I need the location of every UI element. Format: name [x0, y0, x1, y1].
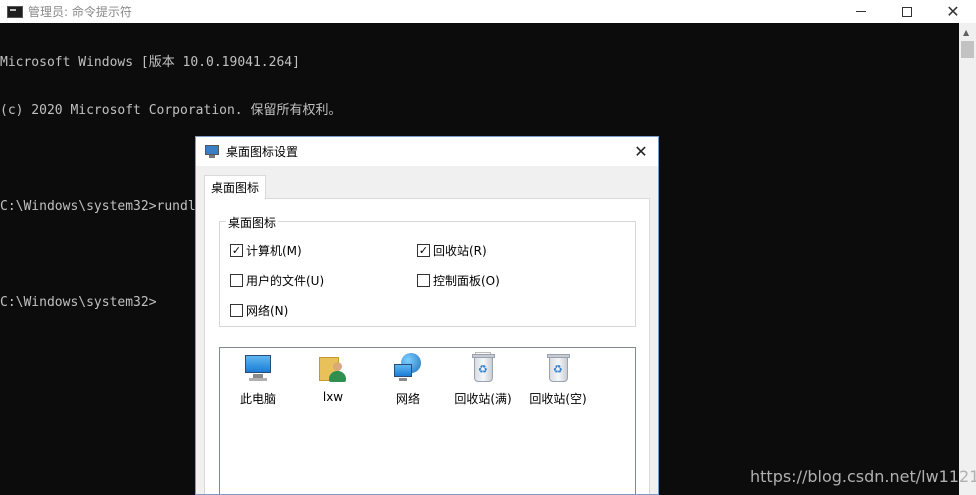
checkbox-label: 计算机(M) — [246, 244, 302, 258]
checkbox-box[interactable] — [230, 274, 243, 287]
icon-label: 回收站(空) — [529, 392, 587, 406]
scroll-thumb[interactable] — [961, 41, 974, 58]
icon-label: 网络 — [395, 392, 420, 406]
cmd-icon — [7, 5, 23, 18]
icon-label: 回收站(满) — [454, 392, 512, 406]
icon-label: lxw — [322, 390, 344, 404]
maximize-icon — [902, 6, 912, 17]
checkbox-box[interactable] — [417, 274, 430, 287]
icon-item-this-pc[interactable]: 此电脑 — [220, 352, 296, 407]
recycle-bin-full-icon: ♻ — [467, 352, 499, 384]
tab-desktop-icons[interactable]: 桌面图标 — [204, 175, 266, 199]
console-line: Microsoft Windows [版本 10.0.19041.264] — [0, 55, 300, 70]
window-title: 管理员: 命令提示符 — [28, 5, 132, 19]
scroll-up-icon[interactable]: ▲ — [963, 28, 969, 37]
checkbox-label: 控制面板(O) — [433, 274, 500, 288]
console-line: (c) 2020 Microsoft Corporation. 保留所有权利。 — [0, 103, 342, 118]
display-settings-icon — [204, 144, 220, 159]
console-scrollbar[interactable]: ▲ — [959, 23, 976, 495]
checkbox-computer[interactable]: ✓ 计算机(M) — [230, 242, 302, 259]
computer-icon — [242, 352, 274, 384]
checkbox-control-panel[interactable]: 控制面板(O) — [417, 272, 500, 289]
dialog-title: 桌面图标设置 — [226, 145, 299, 159]
dialog-titlebar: 桌面图标设置 ✕ — [196, 137, 658, 166]
icon-list: 此电脑 lxw 网络 ♻ 回收站(满) ♻ 回收站(空) — [219, 347, 636, 494]
watermark: https://blog.csdn.net/lw112190 — [750, 467, 976, 486]
maximize-button[interactable] — [884, 0, 930, 23]
checkbox-box[interactable]: ✓ — [230, 244, 243, 257]
checkbox-label: 网络(N) — [246, 304, 289, 318]
checkbox-box[interactable]: ✓ — [417, 244, 430, 257]
minimize-button[interactable] — [838, 0, 884, 23]
close-button[interactable]: ✕ — [930, 0, 976, 23]
icon-label: 此电脑 — [239, 392, 276, 406]
checkbox-network[interactable]: 网络(N) — [230, 302, 288, 319]
network-icon — [392, 352, 424, 384]
icon-item-recycle-empty[interactable]: ♻ 回收站(空) — [520, 352, 596, 407]
minimize-icon — [856, 11, 866, 12]
window-titlebar: 管理员: 命令提示符 ✕ — [0, 0, 976, 23]
checkbox-recycle-bin[interactable]: ✓ 回收站(R) — [417, 242, 487, 259]
desktop-icons-group: 桌面图标 ✓ 计算机(M) ✓ 回收站(R) 用户的文件(U) 控制面板(O) … — [219, 214, 636, 327]
recycle-bin-empty-icon: ♻ — [542, 352, 574, 384]
checkbox-user-files[interactable]: 用户的文件(U) — [230, 272, 324, 289]
close-icon: ✕ — [946, 1, 960, 21]
group-label: 桌面图标 — [226, 214, 279, 231]
checkbox-label: 用户的文件(U) — [246, 274, 325, 288]
window-controls: ✕ — [838, 0, 976, 23]
icon-item-network[interactable]: 网络 — [370, 352, 446, 407]
dialog-close-button[interactable]: ✕ — [630, 141, 652, 161]
checkbox-label: 回收站(R) — [433, 244, 487, 258]
tab-panel: 桌面图标 ✓ 计算机(M) ✓ 回收站(R) 用户的文件(U) 控制面板(O) … — [204, 198, 650, 494]
desktop-icon-settings-dialog: 桌面图标设置 ✕ 桌面图标 桌面图标 ✓ 计算机(M) ✓ 回收站(R) 用户的… — [195, 136, 659, 495]
icon-item-user[interactable]: lxw — [295, 352, 371, 404]
icon-item-recycle-full[interactable]: ♻ 回收站(满) — [445, 352, 521, 407]
checkbox-box[interactable] — [230, 304, 243, 317]
user-folder-icon — [317, 352, 349, 384]
